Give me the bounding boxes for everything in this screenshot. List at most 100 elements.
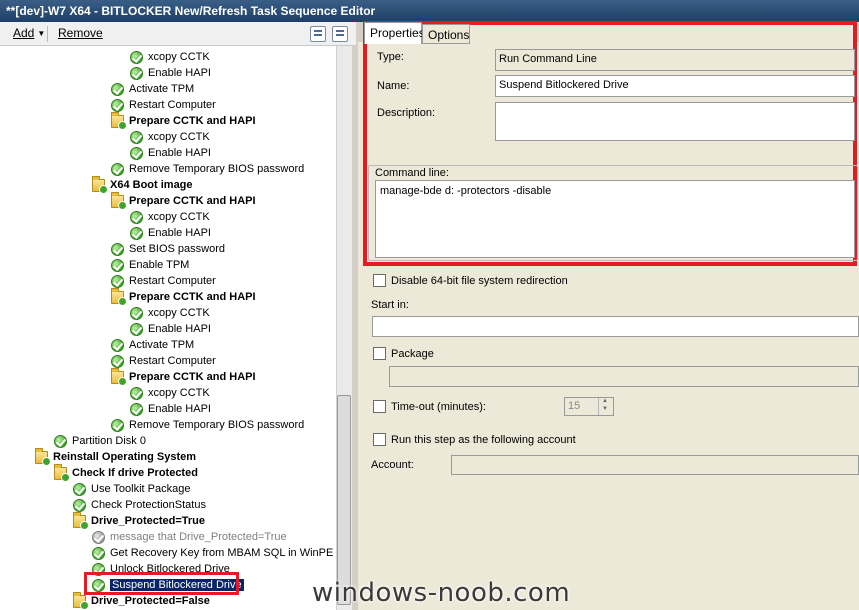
tree-step-item[interactable]: Restart Computer <box>111 273 216 289</box>
tree-item-label: Set BIOS password <box>129 243 225 255</box>
check-icon <box>111 162 124 176</box>
runas-label: Run this step as the following account <box>391 434 576 446</box>
tab-options[interactable]: Options <box>422 24 470 44</box>
tree-step-item[interactable]: Check ProtectionStatus <box>73 497 206 513</box>
tree-step-item[interactable]: Activate TPM <box>111 337 194 353</box>
tree-group-item[interactable]: Prepare CCTK and HAPI <box>111 111 256 130</box>
tree-group-item[interactable]: X64 Boot image <box>92 175 193 194</box>
tree-item-label: Enable HAPI <box>148 67 211 79</box>
timeout-checkbox[interactable] <box>373 400 386 413</box>
tree-item-label: Check ProtectionStatus <box>91 499 206 511</box>
check-icon <box>130 322 143 336</box>
tree-scrollbar-thumb[interactable] <box>337 395 351 605</box>
folder-icon <box>111 287 127 306</box>
check-icon <box>111 98 124 112</box>
tree-step-item[interactable]: xcopy CCTK <box>130 49 210 65</box>
tree-item-label: Activate TPM <box>129 83 195 95</box>
name-field[interactable]: Suspend Bitlockered Drive <box>495 75 855 97</box>
tree-step-item[interactable]: xcopy CCTK <box>130 385 210 401</box>
tree-item-label: Check If drive Protected <box>72 467 198 479</box>
tree-item-label: message that Drive_Protected=True <box>110 531 287 543</box>
account-field <box>451 455 859 475</box>
move-up-icon[interactable] <box>310 26 326 42</box>
tree-item-label: Prepare CCTK and HAPI <box>129 291 256 303</box>
remove-button[interactable]: Remove <box>58 26 103 40</box>
tree-group-item[interactable]: Drive_Protected=True <box>73 511 205 530</box>
tree-item-label: Use Toolkit Package <box>91 483 191 495</box>
tree-step-item[interactable]: message that Drive_Protected=True <box>92 529 287 545</box>
start-in-field[interactable] <box>372 316 859 337</box>
tree-item-label: Reinstall Operating System <box>53 451 197 463</box>
tree-item-label: xcopy CCTK <box>148 211 210 223</box>
tree-step-item[interactable]: Enable HAPI <box>130 145 211 161</box>
tree-step-item[interactable]: Set BIOS password <box>111 241 225 257</box>
check-icon <box>130 66 143 80</box>
folder-icon <box>111 191 127 210</box>
tree-group-item[interactable]: Prepare CCTK and HAPI <box>111 287 256 306</box>
move-down-icon[interactable] <box>332 26 348 42</box>
tree-step-item[interactable]: Remove Temporary BIOS password <box>111 417 304 433</box>
check-icon <box>111 258 124 272</box>
tree-step-item[interactable]: xcopy CCTK <box>130 129 210 145</box>
chevron-down-icon: ▼ <box>37 29 46 39</box>
tree-group-item[interactable]: Reinstall Operating System <box>35 447 197 466</box>
folder-icon <box>54 463 70 482</box>
tree-item-label: Prepare CCTK and HAPI <box>129 371 256 383</box>
check-icon <box>54 434 67 448</box>
command-line-field[interactable]: manage-bde d: -protectors -disable <box>375 180 855 258</box>
tree-step-item[interactable]: Enable HAPI <box>130 225 211 241</box>
tree-step-item[interactable]: Partition Disk 0 <box>54 433 146 449</box>
tree-item-label: xcopy CCTK <box>148 131 210 143</box>
tree-step-item[interactable]: Enable HAPI <box>130 401 211 417</box>
tree-item-label: Enable HAPI <box>148 147 211 159</box>
tree-item-label: Enable HAPI <box>148 323 211 335</box>
tree-item-label: Enable HAPI <box>148 403 211 415</box>
toolbar: Add ▼ Remove <box>0 22 356 46</box>
package-field <box>389 366 859 387</box>
tree-step-item[interactable]: Enable HAPI <box>130 65 211 81</box>
check-icon <box>130 130 143 144</box>
tree-step-item[interactable]: Restart Computer <box>111 353 216 369</box>
tree-step-item[interactable]: Enable TPM <box>111 257 189 273</box>
tree-group-item[interactable]: Prepare CCTK and HAPI <box>111 191 256 210</box>
tree-step-item[interactable]: xcopy CCTK <box>130 305 210 321</box>
tree-item-label: Drive_Protected=False <box>91 595 210 607</box>
timeout-stepper[interactable]: 15 <box>564 397 614 416</box>
selected-step-highlight <box>84 572 239 595</box>
tree-item-label: Get Recovery Key from MBAM SQL in WinPE <box>110 547 334 559</box>
folder-icon <box>111 111 127 130</box>
disable64-checkbox[interactable] <box>373 274 386 287</box>
stepper-arrows-icon[interactable] <box>598 398 613 415</box>
package-checkbox[interactable] <box>373 347 386 360</box>
tree-step-item[interactable]: Use Toolkit Package <box>73 481 190 497</box>
package-label: Package <box>391 348 434 360</box>
tab-properties[interactable]: Properties <box>364 22 425 44</box>
tree-group-item[interactable]: Prepare CCTK and HAPI <box>111 367 256 386</box>
tree-step-item[interactable]: xcopy CCTK <box>130 209 210 225</box>
tree-step-item[interactable]: Activate TPM <box>111 81 194 97</box>
tree-item-label: Remove Temporary BIOS password <box>129 163 305 175</box>
tree-step-item[interactable]: Remove Temporary BIOS password <box>111 161 304 177</box>
check-icon <box>111 242 124 256</box>
timeout-label: Time-out (minutes): <box>391 401 486 413</box>
check-icon <box>130 306 143 320</box>
runas-checkbox[interactable] <box>373 433 386 446</box>
watermark: windows-noob.com <box>312 578 571 608</box>
folder-icon <box>111 367 127 386</box>
check-icon <box>111 274 124 288</box>
tree-group-item[interactable]: Drive_Protected=False <box>73 591 210 610</box>
tree-group-item[interactable]: Check If drive Protected <box>54 463 198 482</box>
tree-item-label: Activate TPM <box>129 339 195 351</box>
tree-item-label: xcopy CCTK <box>148 387 210 399</box>
tree-step-item[interactable]: Get Recovery Key from MBAM SQL in WinPE <box>92 545 333 561</box>
check-icon <box>130 226 143 240</box>
check-icon <box>130 50 143 64</box>
tree-step-item[interactable]: Enable HAPI <box>130 321 211 337</box>
tree-step-item[interactable]: Restart Computer <box>111 97 216 113</box>
type-label: Type: <box>377 51 404 63</box>
add-button[interactable]: Add ▼ <box>13 26 45 40</box>
tree-item-label: xcopy CCTK <box>148 51 210 63</box>
description-field[interactable] <box>495 102 855 141</box>
check-icon <box>111 82 124 96</box>
account-label: Account: <box>371 459 414 471</box>
